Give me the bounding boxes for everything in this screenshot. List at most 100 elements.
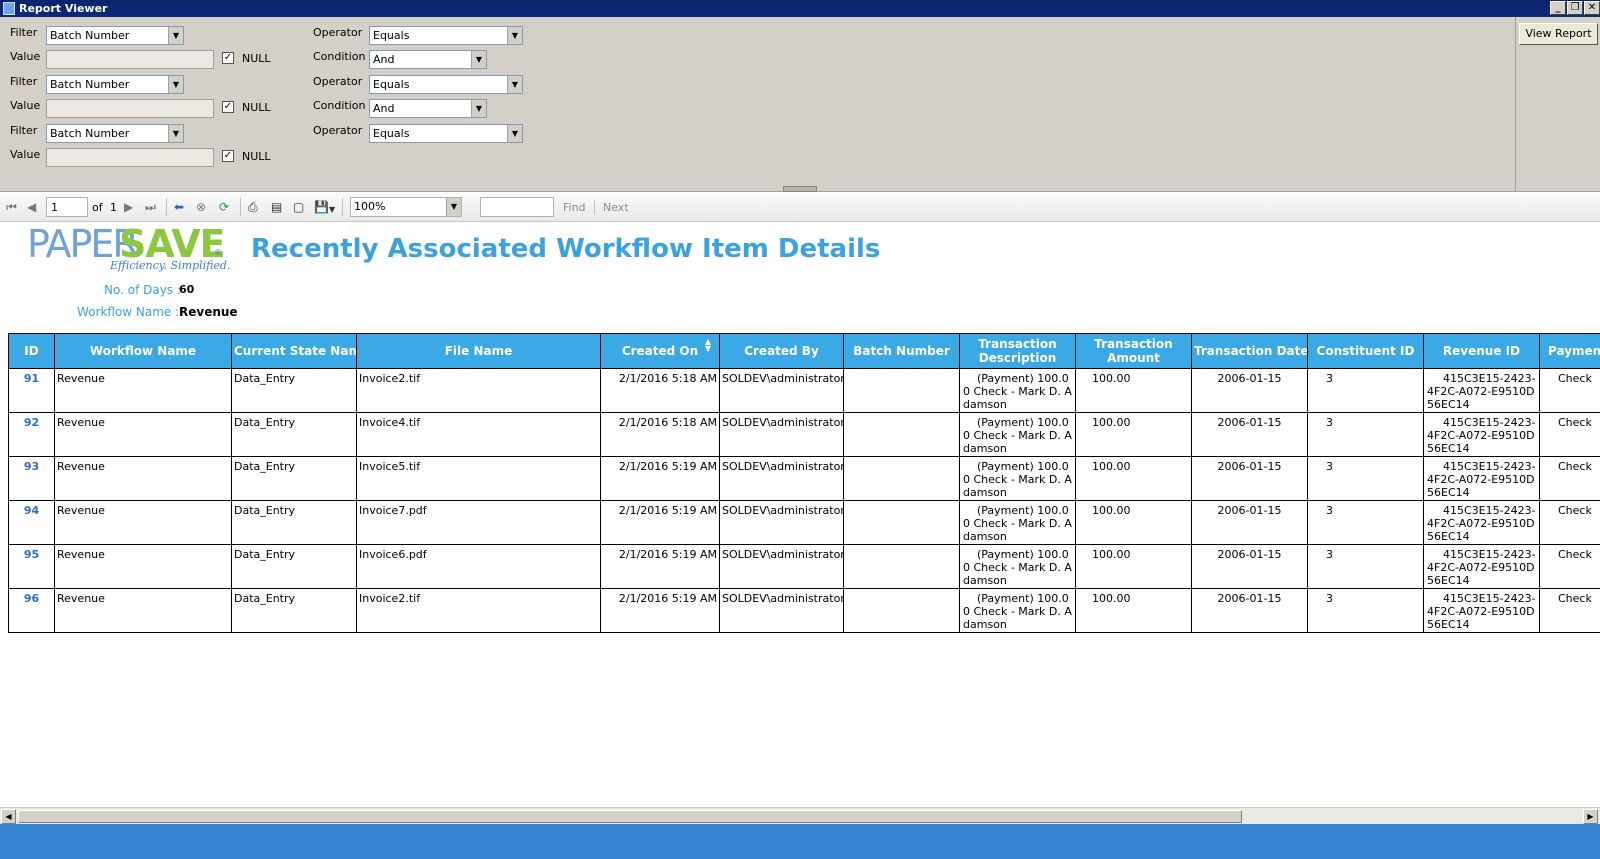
scroll-right-icon[interactable]: ▶ — [1583, 809, 1598, 824]
operator-select-3[interactable]: Equals ▼ — [369, 124, 523, 143]
cell-transaction-description: (Payment) 100.00 Check - Mark D. Adamson — [959, 368, 1076, 413]
days-label: No. of Days : — [104, 283, 181, 297]
value-input-3[interactable] — [46, 148, 214, 167]
operator-select-2[interactable]: Equals ▼ — [369, 75, 523, 94]
cell-current-state: Data_Entry — [231, 588, 357, 633]
find-input[interactable] — [480, 197, 554, 217]
cell-created-on: 2/1/2016 5:18 AM — [600, 368, 720, 413]
back-icon[interactable]: ⬅ — [174, 200, 184, 214]
cell-id[interactable]: 92 — [8, 412, 55, 457]
column-header-transaction-date[interactable]: Transaction Date — [1191, 333, 1308, 369]
cell-workflow-name: Revenue — [54, 588, 232, 633]
workflow-name-value: Revenue — [179, 305, 238, 319]
minimize-button[interactable]: _ — [1550, 1, 1566, 15]
column-header-batch-number[interactable]: Batch Number — [843, 333, 960, 369]
cell-transaction-description: (Payment) 100.00 Check - Mark D. Adamson — [959, 500, 1076, 545]
find-next-link[interactable]: Next — [603, 201, 629, 214]
next-page-icon[interactable]: ▶ — [124, 200, 133, 214]
cell-payment: Check — [1539, 368, 1600, 413]
value-input-1[interactable] — [46, 50, 214, 69]
find-link[interactable]: Find — [563, 201, 586, 214]
last-page-icon[interactable]: ⏭ — [145, 200, 156, 214]
scrollbar-thumb[interactable] — [18, 810, 1242, 823]
condition-label-2: Condition — [313, 99, 366, 112]
view-report-button[interactable]: View Report — [1519, 23, 1598, 45]
operator-select-1[interactable]: Equals ▼ — [369, 26, 523, 45]
export-icon[interactable]: 💾 — [314, 200, 329, 214]
cell-created-by: SOLDEV\administrator — [719, 412, 844, 457]
print-layout-icon[interactable]: ▤ — [271, 200, 282, 214]
export-dropdown-icon[interactable]: ▼ — [329, 203, 335, 217]
filter-label-2: Filter — [10, 75, 38, 88]
stop-icon[interactable]: ⊗ — [196, 200, 206, 214]
close-button[interactable]: ✕ — [1584, 1, 1600, 15]
cell-transaction-date: 2006-01-15 — [1191, 544, 1308, 589]
horizontal-scrollbar[interactable]: ◀ ▶ — [0, 807, 1600, 824]
value-label-3: Value — [10, 148, 41, 161]
cell-file-name: Invoice6.pdf — [356, 544, 601, 589]
page-total: 1 — [110, 201, 117, 214]
cell-workflow-name: Revenue — [54, 500, 232, 545]
restore-button[interactable]: ❐ — [1567, 1, 1583, 15]
toolbar-separator — [594, 200, 595, 214]
column-header-id[interactable]: ID — [8, 333, 55, 369]
column-header-constituent-id[interactable]: Constituent ID — [1307, 333, 1424, 369]
cell-transaction-date: 2006-01-15 — [1191, 500, 1308, 545]
cell-constituent-id: 3 — [1307, 588, 1424, 633]
cell-workflow-name: Revenue — [54, 368, 232, 413]
cell-current-state: Data_Entry — [231, 544, 357, 589]
previous-page-icon[interactable]: ◀ — [27, 200, 36, 214]
cell-id[interactable]: 95 — [8, 544, 55, 589]
table-row: 93 Revenue Data_Entry Invoice5.tif 2/1/2016 … — [8, 456, 1600, 501]
value-label-1: Value — [10, 50, 41, 63]
filter-select-1[interactable]: Batch Number ▼ — [46, 26, 184, 45]
cell-transaction-amount: 100.00 — [1075, 412, 1192, 457]
cell-batch-number — [843, 588, 960, 633]
null-checkbox-2[interactable]: ✓ — [222, 101, 234, 113]
cell-id[interactable]: 93 — [8, 456, 55, 501]
window-title: Report Viewer — [19, 2, 108, 15]
refresh-icon[interactable]: ⟳ — [219, 200, 229, 214]
sort-icon[interactable]: ▲ ▼ — [705, 338, 711, 353]
cell-id[interactable]: 94 — [8, 500, 55, 545]
column-header-created-on[interactable]: Created On ▲ ▼ — [600, 333, 720, 369]
cell-file-name: Invoice5.tif — [356, 456, 601, 501]
condition-select-2[interactable]: And ▼ — [369, 99, 487, 118]
column-header-file-name[interactable]: File Name — [356, 333, 601, 369]
column-header-workflow-name[interactable]: Workflow Name — [54, 333, 232, 369]
current-page-input[interactable]: 1 — [46, 197, 88, 217]
cell-batch-number — [843, 412, 960, 457]
column-header-current-state-name[interactable]: Current State Name — [231, 333, 357, 369]
value-input-2[interactable] — [46, 99, 214, 118]
first-page-icon[interactable]: ⏮ — [6, 200, 17, 214]
cell-id[interactable]: 91 — [8, 368, 55, 413]
page-setup-icon[interactable]: ▢ — [293, 200, 304, 214]
cell-current-state: Data_Entry — [231, 412, 357, 457]
scroll-left-icon[interactable]: ◀ — [1, 809, 16, 824]
column-header-transaction-amount[interactable]: Transaction Amount — [1075, 333, 1192, 369]
column-header-created-by[interactable]: Created By — [719, 333, 844, 369]
null-label-3: NULL — [242, 150, 271, 163]
zoom-select[interactable]: 100% ▼ — [350, 197, 462, 217]
condition-select-1[interactable]: And ▼ — [369, 50, 487, 69]
filter-select-2[interactable]: Batch Number ▼ — [46, 75, 184, 94]
column-header-payment[interactable]: Payment — [1539, 333, 1600, 369]
cell-file-name: Invoice2.tif — [356, 588, 601, 633]
table-row: 96 Revenue Data_Entry Invoice2.tif 2/1/2016 … — [8, 588, 1600, 633]
cell-id[interactable]: 96 — [8, 588, 55, 633]
column-header-revenue-id[interactable]: Revenue ID — [1423, 333, 1540, 369]
null-checkbox-3[interactable]: ✓ — [222, 150, 234, 162]
filter-select-3[interactable]: Batch Number ▼ — [46, 124, 184, 143]
days-value: 60 — [179, 283, 195, 296]
cell-revenue-id: 415C3E15-2423-4F2C-A072-E9510D56EC14 — [1423, 456, 1540, 501]
print-icon[interactable]: ⎙ — [248, 200, 258, 214]
collapse-parameters-handle[interactable] — [783, 186, 817, 192]
cell-transaction-amount: 100.00 — [1075, 456, 1192, 501]
null-checkbox-1[interactable]: ✓ — [222, 52, 234, 64]
column-header-transaction-description[interactable]: Transaction Description — [959, 333, 1076, 369]
cell-workflow-name: Revenue — [54, 544, 232, 589]
table-row: 91 Revenue Data_Entry Invoice2.tif 2/1/2016 … — [8, 368, 1600, 413]
cell-transaction-date: 2006-01-15 — [1191, 412, 1308, 457]
condition-label-1: Condition — [313, 50, 366, 63]
value-label-2: Value — [10, 99, 41, 112]
